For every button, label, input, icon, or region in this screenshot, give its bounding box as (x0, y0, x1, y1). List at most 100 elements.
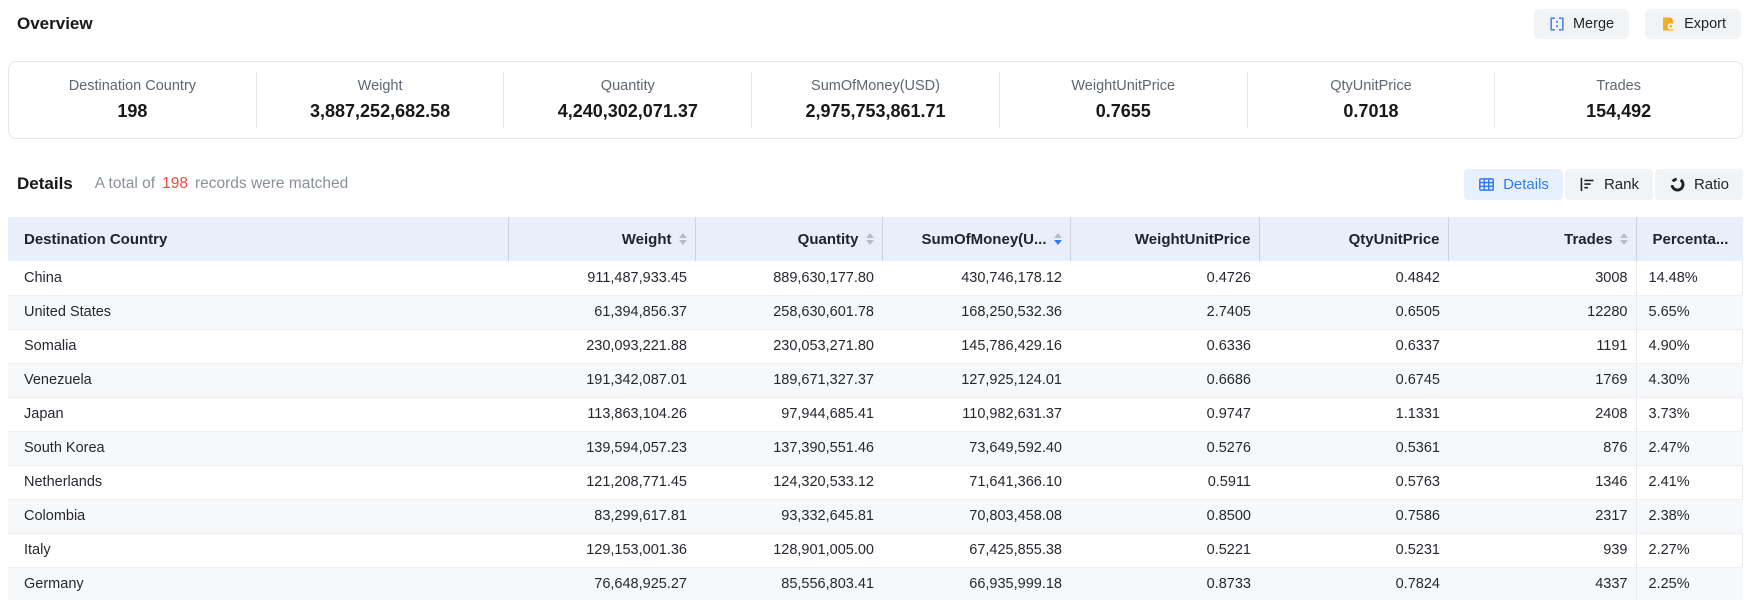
cell-country: Netherlands (8, 465, 508, 499)
cell-value: 0.6336 (1070, 329, 1259, 363)
stat-label: WeightUnitPrice (1071, 78, 1175, 94)
cell-value: 2.47% (1636, 431, 1743, 465)
details-bar: Details A total of198records were matche… (8, 166, 1743, 202)
table-row[interactable]: Colombia83,299,617.8193,332,645.8170,803… (8, 499, 1743, 533)
cell-value: 0.8500 (1070, 499, 1259, 533)
cell-country: United States (8, 295, 508, 329)
cell-value: 73,649,592.40 (882, 431, 1070, 465)
column-label: Quantity (798, 231, 859, 248)
export-label: Export (1684, 16, 1726, 32)
column-header: QtyUnitPrice (1259, 217, 1448, 261)
cell-value: 2.25% (1636, 567, 1743, 600)
cell-value: 83,299,617.81 (508, 499, 695, 533)
column-label: QtyUnitPrice (1349, 231, 1440, 248)
column-label: SumOfMoney(U... (921, 231, 1046, 248)
table-row[interactable]: China911,487,933.45889,630,177.80430,746… (8, 261, 1743, 295)
table-body: China911,487,933.45889,630,177.80430,746… (8, 261, 1743, 600)
cell-value: 2.41% (1636, 465, 1743, 499)
column-header: WeightUnitPrice (1070, 217, 1259, 261)
stat-label: Trades (1596, 78, 1641, 94)
cell-country: Germany (8, 567, 508, 600)
cell-value: 121,208,771.45 (508, 465, 695, 499)
table-row[interactable]: Venezuela191,342,087.01189,671,327.37127… (8, 363, 1743, 397)
cell-value: 93,332,645.81 (695, 499, 882, 533)
matched-count: 198 (162, 175, 188, 192)
tab-label: Rank (1604, 176, 1639, 193)
cell-country: Japan (8, 397, 508, 431)
sort-icon[interactable] (866, 233, 874, 245)
export-icon (1660, 16, 1676, 32)
cell-value: 1346 (1448, 465, 1636, 499)
caret-down-icon (1054, 240, 1062, 245)
caret-up-icon (866, 233, 874, 238)
tab-details[interactable]: Details (1464, 169, 1563, 200)
details-title: Details (17, 174, 73, 194)
column-header[interactable]: Weight (508, 217, 695, 261)
caret-up-icon (1620, 233, 1628, 238)
tab-rank[interactable]: Rank (1565, 169, 1653, 200)
cell-value: 0.6745 (1259, 363, 1448, 397)
export-button[interactable]: Export (1645, 9, 1741, 39)
column-header: Percenta... (1636, 217, 1743, 261)
cell-value: 3.73% (1636, 397, 1743, 431)
ratio-icon (1669, 176, 1686, 193)
cell-value: 113,863,104.26 (508, 397, 695, 431)
cell-value: 129,153,001.36 (508, 533, 695, 567)
cell-value: 0.5911 (1070, 465, 1259, 499)
tab-label: Details (1503, 176, 1549, 193)
column-header: Destination Country (8, 217, 508, 261)
cell-value: 430,746,178.12 (882, 261, 1070, 295)
topbar-actions: Merge Export (1534, 9, 1741, 39)
stat-value: 0.7018 (1343, 101, 1398, 122)
cell-country: Venezuela (8, 363, 508, 397)
sort-icon[interactable] (1054, 233, 1062, 245)
stat-value: 4,240,302,071.37 (558, 101, 698, 122)
stat-value: 198 (117, 101, 147, 122)
cell-value: 0.5276 (1070, 431, 1259, 465)
cell-value: 0.5231 (1259, 533, 1448, 567)
stat-value: 3,887,252,682.58 (310, 101, 450, 122)
stat-value: 154,492 (1586, 101, 1651, 122)
cell-value: 67,425,855.38 (882, 533, 1070, 567)
page: Overview Merge Export Destination Countr… (0, 0, 1751, 600)
overview-stats: Destination Country 198 Weight 3,887,252,68… (8, 61, 1743, 139)
cell-value: 110,982,631.37 (882, 397, 1070, 431)
table-row[interactable]: Netherlands121,208,771.45124,320,533.127… (8, 465, 1743, 499)
stat-label: Destination Country (69, 78, 196, 94)
table-row[interactable]: Japan113,863,104.2697,944,685.41110,982,… (8, 397, 1743, 431)
caret-up-icon (1054, 233, 1062, 238)
column-header[interactable]: Trades (1448, 217, 1636, 261)
merge-button[interactable]: Merge (1534, 9, 1629, 39)
cell-value: 191,342,087.01 (508, 363, 695, 397)
table-row[interactable]: Italy129,153,001.36128,901,005.0067,425,… (8, 533, 1743, 567)
stat-label: Weight (358, 78, 403, 94)
cell-country: Colombia (8, 499, 508, 533)
cell-value: 66,935,999.18 (882, 567, 1070, 600)
column-header[interactable]: SumOfMoney(U... (882, 217, 1070, 261)
table-row[interactable]: Germany76,648,925.2785,556,803.4166,935,… (8, 567, 1743, 600)
table-icon (1478, 176, 1495, 193)
sort-icon[interactable] (679, 233, 687, 245)
cell-value: 0.7586 (1259, 499, 1448, 533)
table-row[interactable]: South Korea139,594,057.23137,390,551.467… (8, 431, 1743, 465)
cell-value: 3008 (1448, 261, 1636, 295)
column-header[interactable]: Quantity (695, 217, 882, 261)
cell-country: Somalia (8, 329, 508, 363)
cell-value: 258,630,601.78 (695, 295, 882, 329)
cell-value: 0.9747 (1070, 397, 1259, 431)
table-row[interactable]: United States61,394,856.37258,630,601.78… (8, 295, 1743, 329)
cell-value: 139,594,057.23 (508, 431, 695, 465)
cell-value: 0.7824 (1259, 567, 1448, 600)
stat-card: Weight 3,887,252,682.58 (256, 72, 504, 128)
cell-value: 939 (1448, 533, 1636, 567)
data-table: Destination CountryWeight Quantity SumOfMo… (8, 217, 1743, 600)
stat-value: 2,975,753,861.71 (805, 101, 945, 122)
table-row[interactable]: Somalia230,093,221.88230,053,271.80145,7… (8, 329, 1743, 363)
sort-icon[interactable] (1620, 233, 1628, 245)
cell-value: 889,630,177.80 (695, 261, 882, 295)
cell-value: 0.4726 (1070, 261, 1259, 295)
cell-value: 0.6686 (1070, 363, 1259, 397)
caret-down-icon (1620, 240, 1628, 245)
tab-ratio[interactable]: Ratio (1655, 169, 1743, 200)
cell-value: 0.6337 (1259, 329, 1448, 363)
